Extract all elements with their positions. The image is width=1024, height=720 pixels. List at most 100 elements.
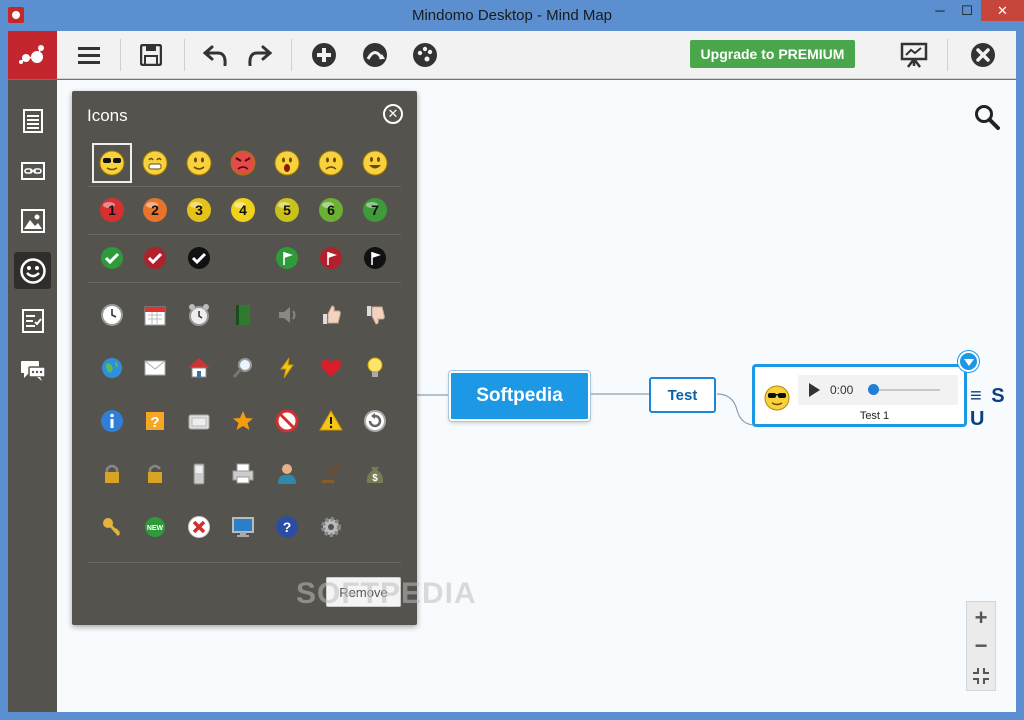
check-black-icon[interactable]	[179, 238, 219, 278]
emoji-sad-icon[interactable]	[311, 143, 351, 183]
forbidden-icon[interactable]	[267, 401, 307, 441]
priority-3-icon[interactable]: 3	[179, 190, 219, 230]
heart-icon[interactable]	[311, 348, 351, 388]
svg-text:6: 6	[327, 202, 335, 218]
maximize-button[interactable]: ☐	[954, 0, 980, 21]
menu-icon[interactable]	[73, 39, 105, 71]
link-icon[interactable]	[14, 152, 51, 189]
check-green-icon[interactable]	[92, 238, 132, 278]
money-bag-icon[interactable]: $	[355, 454, 395, 494]
emoji-cool-icon[interactable]	[92, 143, 132, 183]
emoji-angry-icon[interactable]	[223, 143, 263, 183]
person-icon[interactable]	[267, 454, 307, 494]
lock-icon[interactable]	[92, 454, 132, 494]
close-map-icon[interactable]	[967, 39, 999, 71]
task-icon[interactable]	[14, 302, 51, 339]
upgrade-premium-button[interactable]: Upgrade to PREMIUM	[690, 40, 855, 68]
flag-green-icon[interactable]	[267, 238, 307, 278]
presentation-icon[interactable]	[898, 39, 930, 71]
minimize-button[interactable]: ─	[926, 0, 954, 21]
lightbulb-icon[interactable]	[355, 348, 395, 388]
media-topic-node[interactable]: 0:00 Test 1	[752, 364, 967, 427]
star-icon[interactable]	[223, 401, 263, 441]
info-icon[interactable]	[92, 401, 132, 441]
svg-text:3: 3	[195, 202, 203, 218]
monitor-icon[interactable]	[223, 507, 263, 547]
gavel-icon[interactable]	[311, 454, 351, 494]
add-topic-icon[interactable]	[308, 39, 340, 71]
emoji-grin-icon[interactable]	[135, 143, 175, 183]
close-panel-icon[interactable]: ✕	[383, 104, 403, 124]
thumbs-up-icon[interactable]	[311, 295, 351, 335]
help-icon[interactable]: ?	[267, 507, 307, 547]
emoji-smile-icon[interactable]	[179, 143, 219, 183]
notes-icon[interactable]	[14, 102, 51, 139]
priority-1-icon[interactable]: 1	[92, 190, 132, 230]
priority-5-icon[interactable]: 5	[267, 190, 307, 230]
globe-icon[interactable]	[92, 348, 132, 388]
house-icon[interactable]	[179, 348, 219, 388]
close-window-button[interactable]: ✕	[981, 0, 1024, 21]
unlock-icon[interactable]	[135, 454, 175, 494]
printer-icon[interactable]	[223, 454, 263, 494]
topic-node-test[interactable]: Test	[649, 377, 716, 413]
priority-2-icon[interactable]: 2	[135, 190, 175, 230]
comments-icon[interactable]	[14, 352, 51, 389]
zoom-out-button[interactable]: −	[967, 632, 995, 660]
play-icon[interactable]	[809, 383, 820, 397]
phone-icon[interactable]	[179, 454, 219, 494]
relationship-icon[interactable]	[359, 39, 391, 71]
zoom-in-button[interactable]: +	[967, 604, 995, 632]
media-node-label: Test 1	[859, 410, 890, 422]
image-icon[interactable]	[14, 202, 51, 239]
trailing-topic-node[interactable]: ≡ S U	[970, 385, 1024, 431]
svg-text:?: ?	[283, 519, 292, 535]
refresh-icon[interactable]	[355, 401, 395, 441]
cross-icon[interactable]	[179, 507, 219, 547]
svg-text:5: 5	[283, 202, 291, 218]
priority-7-icon[interactable]: 7	[355, 190, 395, 230]
calendar-icon[interactable]	[135, 295, 175, 335]
emoji-icon[interactable]	[14, 252, 51, 289]
clock-icon[interactable]	[92, 295, 132, 335]
svg-text:7: 7	[371, 202, 379, 218]
warning-icon[interactable]	[311, 401, 351, 441]
thumbs-down-icon[interactable]	[355, 295, 395, 335]
emoji-surprised-icon[interactable]	[267, 143, 307, 183]
emoji-happy-icon[interactable]	[355, 143, 395, 183]
mindomo-logo-icon[interactable]	[8, 31, 57, 79]
envelope-icon[interactable]	[135, 348, 175, 388]
svg-text:2: 2	[151, 202, 159, 218]
alarm-clock-icon[interactable]	[179, 295, 219, 335]
flag-black-icon[interactable]	[355, 238, 395, 278]
book-icon[interactable]	[223, 295, 263, 335]
left-sidebar	[8, 80, 57, 712]
lightning-icon[interactable]	[267, 348, 307, 388]
gear-icon[interactable]	[311, 507, 351, 547]
svg-text:?: ?	[150, 414, 159, 431]
priority-6-icon[interactable]: 6	[311, 190, 351, 230]
speaker-icon[interactable]	[267, 295, 307, 335]
undo-icon[interactable]	[200, 39, 232, 71]
save-icon[interactable]	[135, 39, 167, 71]
tv-icon[interactable]	[179, 401, 219, 441]
search-icon[interactable]	[974, 104, 1000, 130]
fit-screen-icon[interactable]	[967, 662, 995, 690]
svg-text:4: 4	[239, 202, 247, 218]
main-toolbar: Upgrade to PREMIUM	[8, 31, 1016, 79]
check-red-icon[interactable]	[135, 238, 175, 278]
audio-progress-track[interactable]	[874, 389, 940, 391]
flag-red-icon[interactable]	[311, 238, 351, 278]
audio-player[interactable]: 0:00	[798, 375, 958, 405]
redo-icon[interactable]	[243, 39, 275, 71]
audio-progress-handle[interactable]	[868, 384, 879, 395]
priority-4-icon[interactable]: 4	[223, 190, 263, 230]
key-icon[interactable]	[92, 507, 132, 547]
collapse-toggle-icon[interactable]	[958, 351, 979, 372]
central-topic-node[interactable]: Softpedia	[449, 371, 590, 421]
new-badge-icon[interactable]: NEW	[135, 507, 175, 547]
question-box-icon[interactable]: ?	[135, 401, 175, 441]
window-frame-right	[1016, 31, 1024, 720]
theme-palette-icon[interactable]	[409, 39, 441, 71]
magnifier-icon[interactable]	[223, 348, 263, 388]
